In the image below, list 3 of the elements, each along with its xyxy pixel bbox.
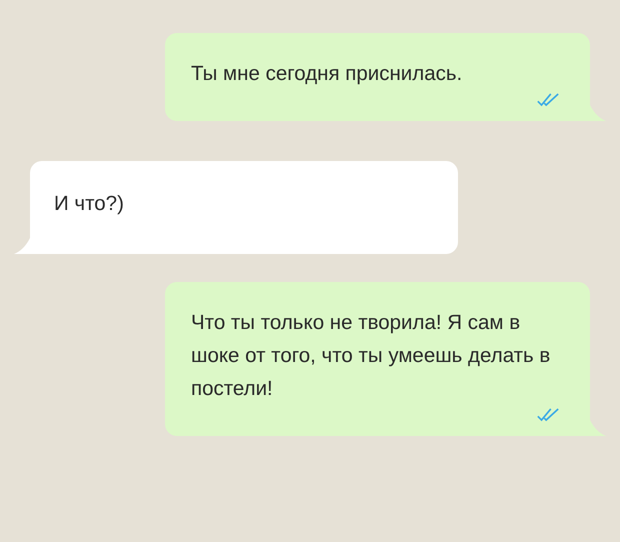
message-text: И что?) [54,191,125,217]
message-text: Ты мне сегодня приснилась. [191,61,464,87]
message-text: Что ты только не творила! Я сам в шоке от того, что ты умеешь делать в постели! [191,310,551,402]
